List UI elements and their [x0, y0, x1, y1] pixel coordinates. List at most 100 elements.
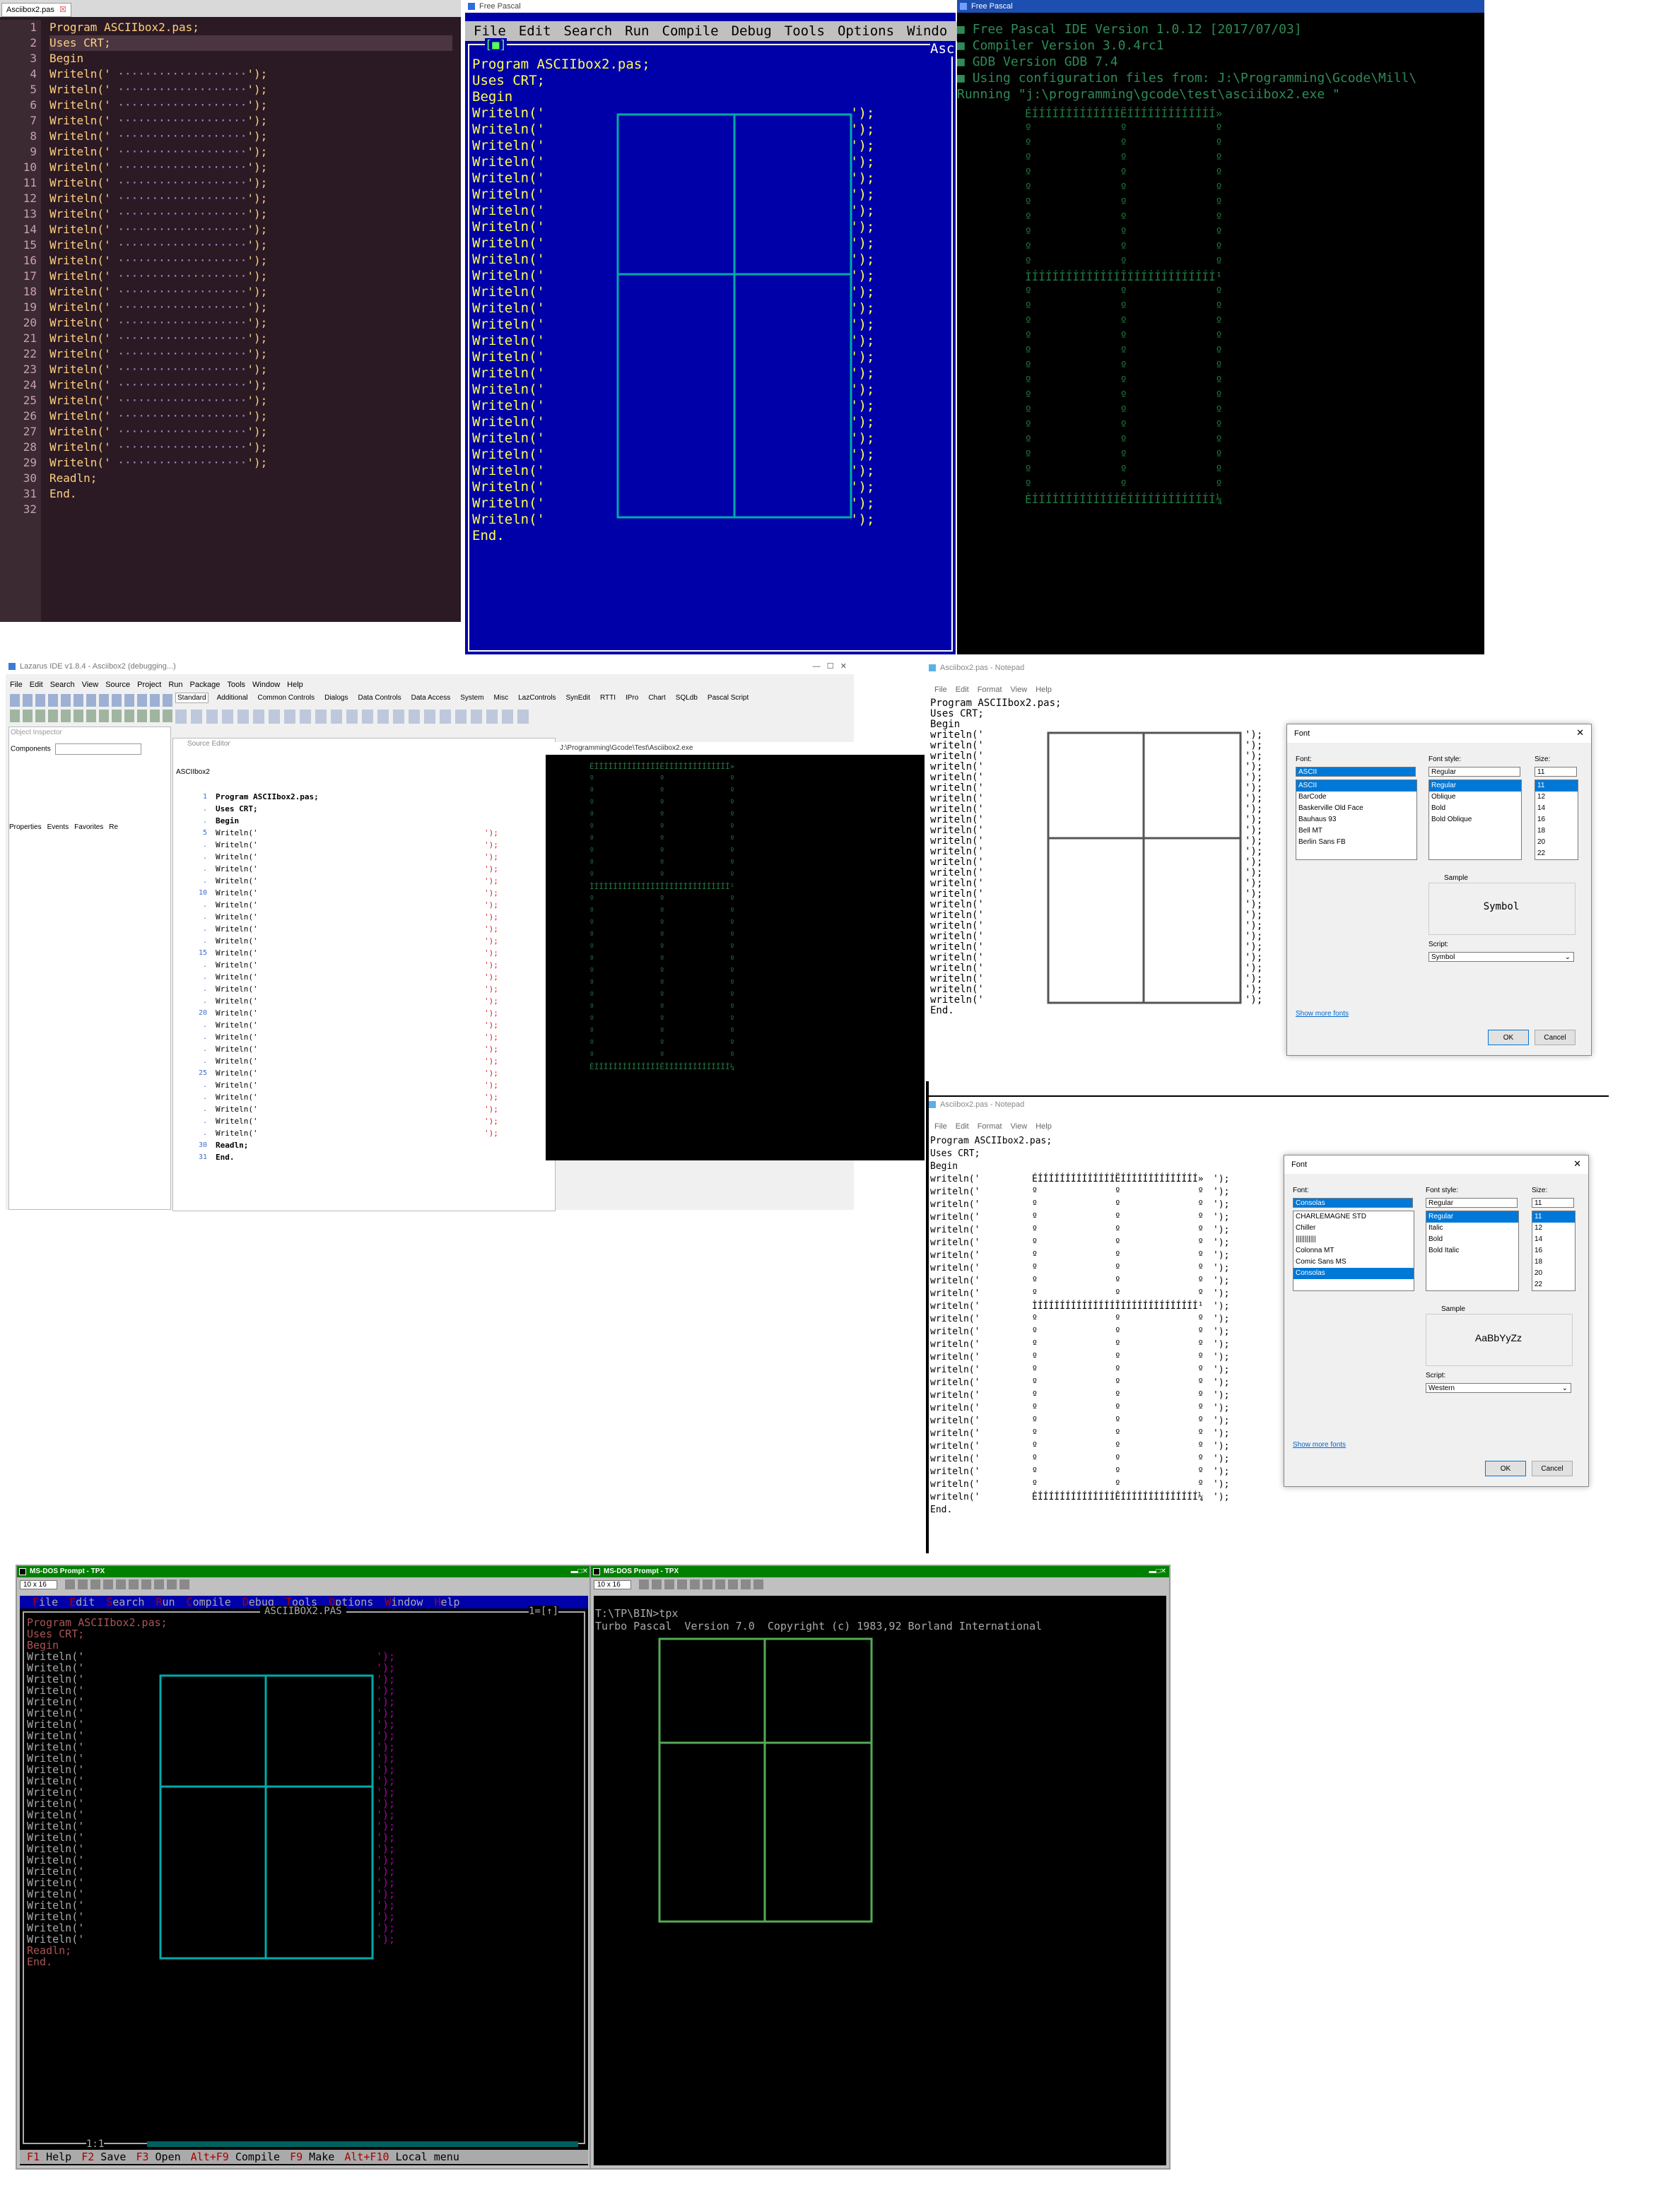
menu-item-tools[interactable]: Tools — [785, 23, 825, 39]
menu-item-view[interactable]: View — [1011, 1122, 1028, 1131]
menu-item-edit[interactable]: Edit — [69, 1596, 95, 1608]
menu-item-file[interactable]: File — [474, 23, 506, 39]
palette-tab[interactable]: Standard — [175, 693, 209, 703]
font-option[interactable]: Colonna MT — [1293, 1245, 1414, 1257]
window-controls[interactable]: — ☐ ✕ — [813, 659, 847, 674]
palette-tab[interactable]: LazControls — [517, 693, 557, 702]
font-option[interactable]: Bell MT — [1296, 825, 1416, 837]
size-option[interactable]: 12 — [1535, 792, 1578, 803]
palette-tab[interactable]: SQLdb — [674, 693, 699, 702]
palette-tab[interactable]: Common Controls — [257, 693, 317, 702]
style-option[interactable]: Italic — [1426, 1223, 1518, 1234]
ok-button[interactable]: OK — [1488, 1030, 1529, 1045]
menu-item-run[interactable]: Run — [625, 23, 649, 39]
size-option[interactable]: 20 — [1532, 1268, 1575, 1279]
font-option[interactable]: Comic Sans MS — [1293, 1257, 1414, 1268]
cancel-button[interactable]: Cancel — [1532, 1461, 1573, 1476]
style-option[interactable]: Bold Oblique — [1429, 814, 1521, 825]
style-input[interactable]: Regular — [1428, 767, 1520, 777]
size-option[interactable]: 14 — [1532, 1234, 1575, 1245]
tp-hscrollbar[interactable] — [147, 2141, 578, 2147]
menu-item-file[interactable]: File — [10, 681, 23, 689]
menu-item-view[interactable]: View — [1011, 686, 1028, 694]
menu-item-window[interactable]: Window — [385, 1596, 423, 1608]
toolbar-icons[interactable] — [64, 1579, 192, 1590]
size-option[interactable]: 11 — [1532, 1211, 1575, 1223]
components-filter-input[interactable] — [55, 743, 142, 755]
status-item[interactable]: F3 Open — [136, 2151, 180, 2163]
menu-item-compile[interactable]: Compile — [662, 23, 719, 39]
menu-item-file[interactable]: File — [934, 686, 947, 694]
menu-item-edit[interactable]: Edit — [519, 23, 551, 39]
menu-item-search[interactable]: Search — [564, 23, 613, 39]
style-option[interactable]: Bold — [1429, 803, 1521, 814]
script-select[interactable]: Western ⌄ — [1426, 1383, 1571, 1393]
menu-item-source[interactable]: Source — [105, 681, 130, 689]
source-editor-tab[interactable]: ASCIIbox2 — [176, 768, 210, 776]
font-size-select[interactable]: 10 x 16 — [594, 1580, 631, 1589]
palette-tab[interactable]: Chart — [647, 693, 667, 702]
style-list[interactable]: Regular Oblique Bold Bold Oblique — [1428, 780, 1522, 860]
property-tab[interactable]: Properties — [9, 823, 42, 831]
menu-item-search[interactable]: Search — [106, 1596, 144, 1608]
close-icon[interactable]: ✕ — [1576, 727, 1584, 739]
size-option[interactable]: 18 — [1535, 825, 1578, 837]
npp-code[interactable]: Program ASCIIbox2.pas; Uses CRT; Begin Writ… — [49, 20, 452, 502]
palette-tab[interactable]: Additional — [216, 693, 250, 702]
property-tab[interactable]: Favorites — [74, 823, 103, 831]
palette-tab[interactable]: System — [459, 693, 485, 702]
ok-button[interactable]: OK — [1485, 1461, 1526, 1476]
font-option[interactable]: ||||||||||| — [1293, 1234, 1414, 1245]
size-option[interactable]: 20 — [1535, 837, 1578, 848]
menu-item-run[interactable]: Run — [168, 681, 182, 689]
close-icon[interactable]: ✕ — [1573, 1158, 1581, 1170]
cancel-button[interactable]: Cancel — [1535, 1030, 1576, 1045]
palette-tab[interactable]: Misc — [493, 693, 510, 702]
menu-item-windo[interactable]: Windo — [907, 23, 947, 39]
palette-tab[interactable]: RTTI — [599, 693, 617, 702]
palette-tab[interactable]: Data Controls — [356, 693, 402, 702]
menu-item-debug[interactable]: Debug — [732, 23, 772, 39]
style-option[interactable]: Regular — [1429, 780, 1521, 792]
menu-item-edit[interactable]: Edit — [30, 681, 43, 689]
property-tab[interactable]: Events — [47, 823, 69, 831]
style-option[interactable]: Bold Italic — [1426, 1245, 1518, 1257]
status-item[interactable]: F2 Save — [81, 2151, 126, 2163]
style-list[interactable]: Regular Italic Bold Bold Italic — [1426, 1211, 1519, 1291]
size-option[interactable]: 16 — [1535, 814, 1578, 825]
show-more-fonts-link[interactable]: Show more fonts — [1296, 1010, 1349, 1018]
menu-item-help[interactable]: Help — [1035, 686, 1052, 694]
palette-tab[interactable]: Data Access — [410, 693, 452, 702]
font-option[interactable]: CHARLEMAGNE STD — [1293, 1211, 1414, 1223]
style-option[interactable]: Regular — [1426, 1211, 1518, 1223]
size-input[interactable]: 11 — [1532, 1198, 1574, 1208]
font-option[interactable]: Consolas — [1293, 1268, 1414, 1279]
font-option[interactable]: Bauhaus 93 — [1296, 814, 1416, 825]
notepad2-text[interactable]: Program ASCIIbox2.pas; Uses CRT; Begin writ… — [930, 1135, 1255, 1517]
toolbar-icons[interactable] — [638, 1579, 766, 1590]
font-option[interactable]: Baskerville Old Face — [1296, 803, 1416, 814]
fp-close-box[interactable]: [■] — [485, 38, 507, 52]
status-item[interactable]: Alt+F9 Compile — [191, 2151, 280, 2163]
menu-item-file[interactable]: File — [934, 1122, 947, 1131]
font-option[interactable]: BarCode — [1296, 792, 1416, 803]
palette-tab[interactable]: SynEdit — [564, 693, 591, 702]
size-option[interactable]: 14 — [1535, 803, 1578, 814]
size-option[interactable]: 12 — [1532, 1223, 1575, 1234]
status-item[interactable]: F1 Help — [27, 2151, 71, 2163]
font-option[interactable]: ASCII — [1296, 780, 1416, 792]
font-list[interactable]: CHARLEMAGNE STD Chiller ||||||||||| Colonna… — [1293, 1211, 1414, 1291]
menu-item-format[interactable]: Format — [978, 686, 1002, 694]
menu-item-options[interactable]: Options — [838, 23, 894, 39]
status-item[interactable]: Alt+F10 Local menu — [344, 2151, 459, 2163]
style-input[interactable]: Regular — [1426, 1198, 1518, 1208]
menu-item-help[interactable]: Help — [434, 1596, 459, 1608]
menu-item-view[interactable]: View — [82, 681, 99, 689]
menu-item-tools[interactable]: Tools — [227, 681, 245, 689]
menu-item-file[interactable]: File — [33, 1596, 58, 1608]
menu-item-edit[interactable]: Edit — [956, 686, 969, 694]
font-size-select[interactable]: 10 x 16 — [20, 1580, 57, 1589]
style-option[interactable]: Bold — [1426, 1234, 1518, 1245]
size-option[interactable]: 22 — [1532, 1279, 1575, 1290]
script-select[interactable]: Symbol ⌄ — [1428, 952, 1574, 962]
